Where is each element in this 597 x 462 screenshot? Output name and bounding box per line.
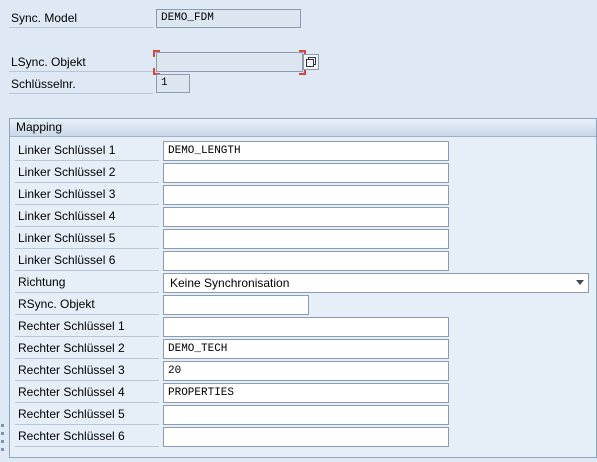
mapping-row-label: Rechter Schlüssel 5 [18,407,125,421]
mapping-input[interactable] [163,251,449,271]
divider [9,71,153,72]
divider [15,182,159,183]
divider [15,204,159,205]
mapping-row-label: Rechter Schlüssel 2 [18,341,125,355]
value-help-icon-glyph [306,57,316,67]
value-help-icon[interactable] [303,54,319,70]
mapping-input[interactable] [163,295,309,315]
lsync-objekt-label: LSync. Objekt [11,55,86,69]
splitter-grip[interactable] [1,440,4,443]
mapping-input[interactable] [163,229,449,249]
mapping-input[interactable]: DEMO_TECH [163,339,449,359]
mapping-input[interactable] [163,185,449,205]
mapping-group-title: Mapping [10,119,596,137]
mapping-row-label: Linker Schlüssel 3 [18,187,116,201]
richtung-dropdown[interactable]: Keine Synchronisation [163,273,589,293]
mapping-input[interactable] [163,163,449,183]
mapping-input[interactable]: PROPERTIES [163,383,449,403]
divider [9,27,153,28]
divider [15,160,159,161]
mapping-row-label: Rechter Schlüssel 4 [18,385,125,399]
mapping-row-label: Linker Schlüssel 5 [18,231,116,245]
mapping-row-label: Rechter Schlüssel 3 [18,363,125,377]
divider [15,380,159,381]
mapping-row-label: Linker Schlüssel 4 [18,209,116,223]
divider [15,424,159,425]
mapping-row-label: Rechter Schlüssel 1 [18,319,125,333]
mapping-row-label: Linker Schlüssel 1 [18,143,116,157]
divider [15,226,159,227]
lsync-objekt-field[interactable] [156,52,303,72]
divider [15,292,159,293]
divider [15,336,159,337]
schluesselnr-field[interactable]: 1 [156,74,190,93]
divider [15,248,159,249]
mapping-row-label: Rechter Schlüssel 6 [18,429,125,443]
splitter-grip[interactable] [1,432,4,435]
sync-model-label: Sync. Model [11,11,78,25]
schluesselnr-label: Schlüsselnr. [11,77,76,91]
mapping-input[interactable] [163,405,449,425]
sync-model-field[interactable]: DEMO_FDM [156,9,301,28]
mapping-input[interactable]: DEMO_LENGTH [163,141,449,161]
mapping-input[interactable] [163,207,449,227]
required-marker [153,50,160,57]
divider [15,270,159,271]
mapping-row-label: Richtung [18,275,66,289]
divider [15,314,159,315]
mapping-input[interactable] [163,427,449,447]
splitter-grip[interactable] [1,424,4,427]
mapping-input[interactable] [163,317,449,337]
mapping-row-label: Linker Schlüssel 2 [18,165,116,179]
mapping-row-label: Linker Schlüssel 6 [18,253,116,267]
divider [15,402,159,403]
mapping-row-label: RSync. Objekt [18,297,95,311]
mapping-input[interactable]: 20 [163,361,449,381]
richtung-dropdown-value: Keine Synchronisation [170,276,290,290]
divider [15,446,159,447]
divider [15,358,159,359]
chevron-down-icon [576,280,584,285]
splitter-grip[interactable] [1,448,4,451]
divider [9,93,153,94]
